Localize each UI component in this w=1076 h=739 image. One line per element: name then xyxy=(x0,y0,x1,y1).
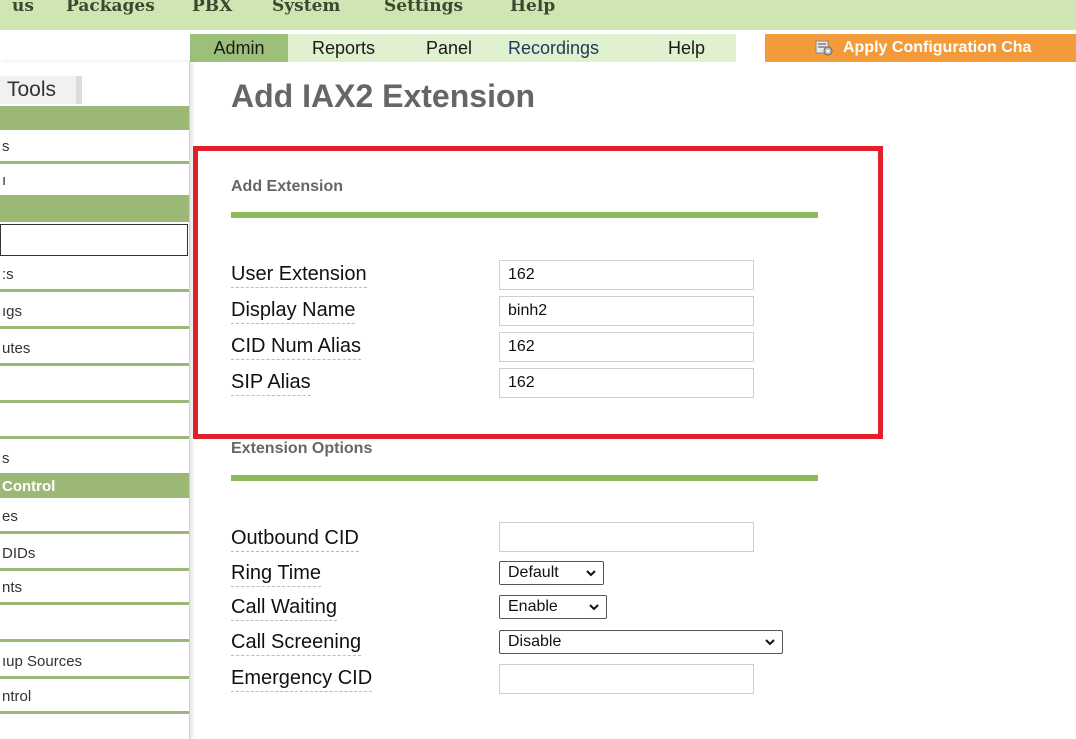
sidebar-item-12[interactable]: nts xyxy=(0,571,189,605)
tab-admin[interactable]: Admin xyxy=(190,34,288,62)
top-menu-system[interactable]: System xyxy=(272,0,340,15)
chevron-down-icon xyxy=(589,604,599,611)
emergency-cid-label: Emergency CID xyxy=(231,666,373,692)
call-waiting-label: Call Waiting xyxy=(231,595,337,621)
display-name-label: Display Name xyxy=(231,298,356,324)
ring-time-label: Ring Time xyxy=(231,561,322,587)
ring-time-value: Default xyxy=(508,564,559,581)
sidebar-item-7[interactable] xyxy=(0,369,189,403)
top-menu-status[interactable]: us xyxy=(12,0,34,15)
sidebar-section-control: Control xyxy=(0,476,189,498)
apply-configuration-label: Apply Configuration Cha xyxy=(843,39,1032,56)
sidebar-item-2[interactable]: ı xyxy=(0,164,189,198)
add-extension-section-title: Add Extension xyxy=(231,178,344,195)
sidebar-item-8[interactable] xyxy=(0,405,189,439)
sidebar-item-9[interactable]: s xyxy=(0,442,189,476)
top-menu-settings[interactable]: Settings xyxy=(384,0,463,15)
sidebar-item-10[interactable]: es xyxy=(0,500,189,534)
top-menu-pbx[interactable]: PBX xyxy=(192,0,232,15)
user-extension-input[interactable] xyxy=(499,260,754,290)
sidebar-item-5[interactable]: ıgs xyxy=(0,295,189,329)
outbound-cid-label: Outbound CID xyxy=(231,526,359,552)
sidebar-item-1[interactable]: s xyxy=(0,130,189,164)
emergency-cid-input[interactable] xyxy=(499,664,754,694)
section-divider xyxy=(231,475,818,481)
page-title: Add IAX2 Extension xyxy=(231,78,536,114)
top-menu-packages[interactable]: Packages xyxy=(66,0,155,15)
tab-recordings[interactable]: Recordings xyxy=(508,34,599,62)
sidebar-item-15[interactable]: ntrol xyxy=(0,680,189,714)
extension-options-section-title: Extension Options xyxy=(231,440,373,457)
tab-help[interactable]: Help xyxy=(668,34,705,62)
apply-config-icon xyxy=(815,40,833,56)
user-extension-label: User Extension xyxy=(231,262,367,288)
sidebar: Tools s ı :s ıgs utes s Control es DIDs … xyxy=(0,62,190,739)
top-menu-help[interactable]: Help xyxy=(510,0,555,15)
sidebar-tools-tab[interactable]: Tools xyxy=(0,76,82,104)
sidebar-section-bar xyxy=(0,198,189,222)
section-divider xyxy=(231,212,818,218)
sip-alias-label: SIP Alias xyxy=(231,370,311,396)
call-screening-select[interactable]: Disable xyxy=(499,630,783,654)
sip-alias-input[interactable] xyxy=(499,368,754,398)
ring-time-select[interactable]: Default xyxy=(499,561,604,585)
tab-reports[interactable]: Reports xyxy=(312,34,375,62)
display-name-input[interactable] xyxy=(499,296,754,326)
sidebar-item-4[interactable]: :s xyxy=(0,258,189,292)
call-screening-value: Disable xyxy=(508,633,562,650)
chevron-down-icon xyxy=(765,639,775,646)
sidebar-item-selected[interactable] xyxy=(0,224,188,256)
outbound-cid-input[interactable] xyxy=(499,522,754,552)
cid-num-alias-input[interactable] xyxy=(499,332,754,362)
sidebar-section-bar xyxy=(0,106,189,130)
chevron-down-icon xyxy=(586,570,596,577)
call-screening-label: Call Screening xyxy=(231,630,362,656)
sidebar-item-14[interactable]: ıup Sources xyxy=(0,645,189,679)
apply-configuration-button[interactable]: Apply Configuration Cha xyxy=(765,34,1076,62)
call-waiting-select[interactable]: Enable xyxy=(499,595,607,619)
sidebar-item-11[interactable]: DIDs xyxy=(0,537,189,571)
sidebar-item-13[interactable] xyxy=(0,608,189,642)
sub-nav: Admin Reports Panel Recordings Help xyxy=(190,34,736,62)
sidebar-item-6[interactable]: utes xyxy=(0,332,189,366)
cid-num-alias-label: CID Num Alias xyxy=(231,334,362,360)
tab-panel[interactable]: Panel xyxy=(426,34,472,62)
call-waiting-value: Enable xyxy=(508,598,558,615)
top-menu-bar: us Packages PBX System Settings Help xyxy=(0,0,1076,30)
